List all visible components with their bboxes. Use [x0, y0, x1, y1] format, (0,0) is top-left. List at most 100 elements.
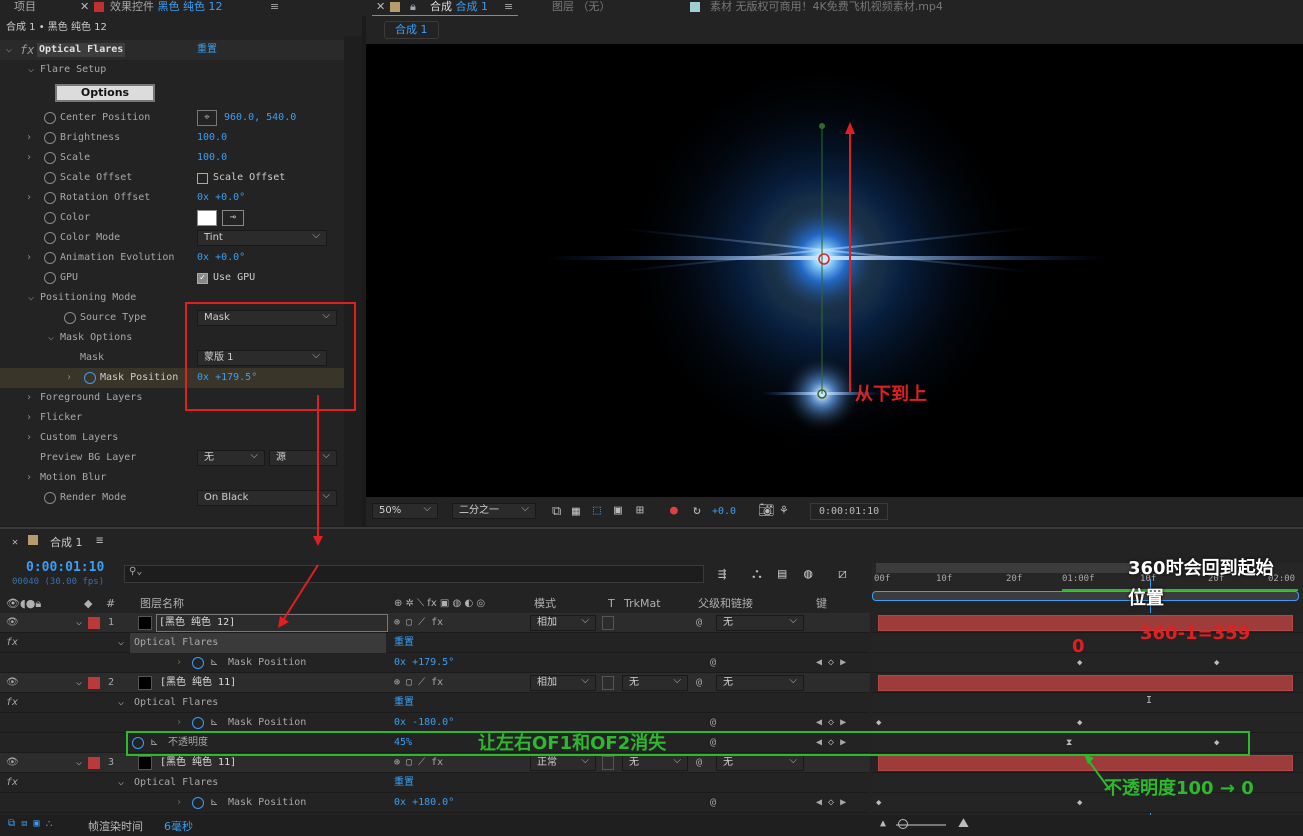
graph-icon[interactable]: ⊾	[210, 713, 218, 733]
stopwatch-icon[interactable]	[44, 272, 56, 284]
chevron-down-icon[interactable]: ⌵	[76, 613, 82, 633]
expression-icon[interactable]: @	[710, 653, 716, 673]
grid-icon[interactable]: ⊞	[636, 503, 644, 518]
motion-blur-icon[interactable]: ◍	[804, 566, 812, 582]
close-icon[interactable]: ✕	[80, 0, 89, 16]
stopwatch-icon[interactable]	[44, 252, 56, 264]
prop-center-position[interactable]: Center Position ⌖ 960.0, 540.0	[0, 108, 344, 128]
close-icon[interactable]: ✕	[12, 537, 18, 548]
keyframe-navigator[interactable]: ◀ ◇ ▶	[816, 793, 846, 813]
trkmat-header[interactable]: TrkMat	[624, 595, 661, 613]
fx-icon[interactable]: fx	[20, 40, 34, 60]
graph-editor-icon[interactable]: ⧄	[838, 566, 847, 582]
layer-track[interactable]	[872, 753, 1303, 773]
prop-rotation-offset[interactable]: › Rotation Offset 0x +0.0°	[0, 188, 344, 208]
tab-effect-controls[interactable]: 效果控件 黑色 纯色 12	[110, 0, 223, 16]
expression-icon[interactable]: @	[710, 793, 716, 813]
stopwatch-icon[interactable]	[44, 232, 56, 244]
preserve-transparency-checkbox[interactable]	[602, 676, 614, 690]
label-color-swatch[interactable]	[88, 677, 100, 689]
comp-breadcrumb[interactable]: 合成 1	[384, 21, 439, 39]
exposure-icon[interactable]: ↻	[693, 503, 701, 518]
keyframe-icon[interactable]: ◆	[1077, 718, 1082, 728]
prop-animation-evolution[interactable]: › Animation Evolution 0x +0.0°	[0, 248, 344, 268]
layer-name[interactable]: [黑色 纯色 12]	[156, 614, 388, 632]
property-row[interactable]: › ⊾ Mask Position 0x +180.0° @ ◀ ◇ ▶	[0, 793, 870, 813]
trkmat-dropdown[interactable]: 无	[622, 754, 688, 771]
timeline-tab[interactable]: 合成 1	[50, 534, 83, 550]
blend-mode-dropdown[interactable]: 相加	[530, 614, 596, 631]
mask-path-icon[interactable]: ⬚	[593, 503, 601, 518]
parent-header[interactable]: 父级和链接	[698, 595, 753, 613]
options-button[interactable]: Options	[55, 84, 155, 102]
time-navigator[interactable]	[872, 591, 1299, 601]
scrollbar[interactable]	[344, 36, 362, 526]
lock-icon[interactable]: 🔒︎	[410, 0, 416, 16]
reset-link[interactable]: 重置	[197, 40, 217, 60]
fx-icon[interactable]: fx	[6, 773, 18, 793]
pickwhip-icon[interactable]: @	[696, 753, 702, 773]
region-icon[interactable]: ▣	[614, 503, 622, 518]
keyframe-icon[interactable]: ◆	[1077, 798, 1082, 808]
layer-duration-bar[interactable]	[878, 755, 1293, 771]
preserve-transparency-checkbox[interactable]	[602, 616, 614, 630]
prop-scale[interactable]: › Scale 100.0	[0, 148, 344, 168]
viewer-timecode[interactable]: 0:00:01:10	[810, 503, 889, 520]
pickwhip-icon[interactable]: @	[696, 673, 702, 693]
effect-name[interactable]: Optical Flares	[37, 43, 126, 57]
effect-header-row[interactable]: ⌵ fx Optical Flares 重置	[0, 40, 344, 60]
frame-blend-icon[interactable]: ▤	[778, 566, 786, 582]
current-timecode[interactable]: 0:00:01:10	[26, 560, 104, 575]
tab-layer[interactable]: 图层 （无）	[552, 0, 611, 16]
gpu-checkbox[interactable]: ✓	[197, 273, 208, 284]
stopwatch-icon[interactable]	[192, 657, 204, 669]
property-track[interactable]: ◆ ◆	[872, 713, 1303, 733]
layer-name[interactable]: [黑色 纯色 11]	[160, 673, 236, 693]
parent-dropdown[interactable]: 无	[716, 614, 804, 631]
preserve-transparency-checkbox[interactable]	[602, 756, 614, 770]
stopwatch-icon[interactable]	[192, 717, 204, 729]
keyframe-icon[interactable]: ◆	[876, 798, 881, 808]
tab-composition[interactable]: 合成 合成 1	[430, 0, 488, 16]
property-row[interactable]: › ⊾ Mask Position 0x -180.0° @ ◀ ◇ ▶	[0, 713, 870, 733]
prop-color-mode[interactable]: Color Mode Tint	[0, 228, 344, 248]
expression-icon[interactable]: @	[710, 713, 716, 733]
parent-dropdown[interactable]: 无	[716, 674, 804, 691]
scale-offset-checkbox[interactable]	[197, 173, 208, 184]
parent-dropdown[interactable]: 无	[716, 754, 804, 771]
keyframe-navigator[interactable]: ◀ ◇ ▶	[816, 653, 846, 673]
snapshot-icon[interactable]: ⧉	[552, 504, 561, 519]
zoom-out-icon[interactable]: ▲	[880, 818, 886, 829]
tab-project[interactable]: 项目	[14, 0, 36, 16]
work-area-bar[interactable]	[876, 563, 1136, 573]
layer-row[interactable]: 👁︎ ⌵ 1 [黑色 纯色 12] ⊕ ▢ ⟋ fx 相加 @ 无	[0, 613, 870, 633]
show-snapshot-icon[interactable]: ⚘	[780, 503, 788, 518]
fx-icon[interactable]: fx	[6, 693, 18, 713]
keyframe-icon[interactable]: ◆	[1214, 658, 1219, 668]
close-icon[interactable]: ✕	[376, 0, 385, 16]
stopwatch-icon[interactable]	[84, 372, 96, 384]
eye-icon[interactable]: 👁︎	[6, 753, 19, 773]
layer-name[interactable]: [黑色 纯色 11]	[160, 753, 236, 773]
eyedropper-icon[interactable]: ⊸	[222, 210, 244, 226]
color-channel-icon[interactable]: ●	[670, 503, 678, 518]
stopwatch-icon[interactable]	[44, 492, 56, 504]
resolution-dropdown[interactable]: 二分之一	[452, 502, 536, 519]
motion-blur-group[interactable]: › Motion Blur	[0, 468, 344, 488]
flicker-group[interactable]: › Flicker	[0, 408, 344, 428]
pickwhip-icon[interactable]: @	[696, 613, 702, 633]
camera-icon[interactable]: 📷︎	[758, 503, 775, 518]
graph-icon[interactable]: ⊾	[210, 793, 218, 813]
render-mode-dropdown[interactable]: On Black	[197, 489, 337, 506]
layer-duration-bar[interactable]	[878, 675, 1293, 691]
layer-switches[interactable]: ⊕ ▢ ⟋ fx	[394, 673, 443, 693]
chevron-down-icon[interactable]: ⌵	[76, 673, 82, 693]
chevron-down-icon[interactable]: ⌵	[76, 753, 82, 773]
fx-icon[interactable]: fx	[6, 633, 18, 653]
trkmat-dropdown[interactable]: 无	[622, 674, 688, 691]
label-color-swatch[interactable]	[88, 617, 100, 629]
panel-menu-icon[interactable]: ≡	[270, 0, 279, 16]
stopwatch-icon[interactable]	[44, 152, 56, 164]
stopwatch-icon[interactable]	[192, 797, 204, 809]
stopwatch-icon[interactable]	[44, 172, 56, 184]
